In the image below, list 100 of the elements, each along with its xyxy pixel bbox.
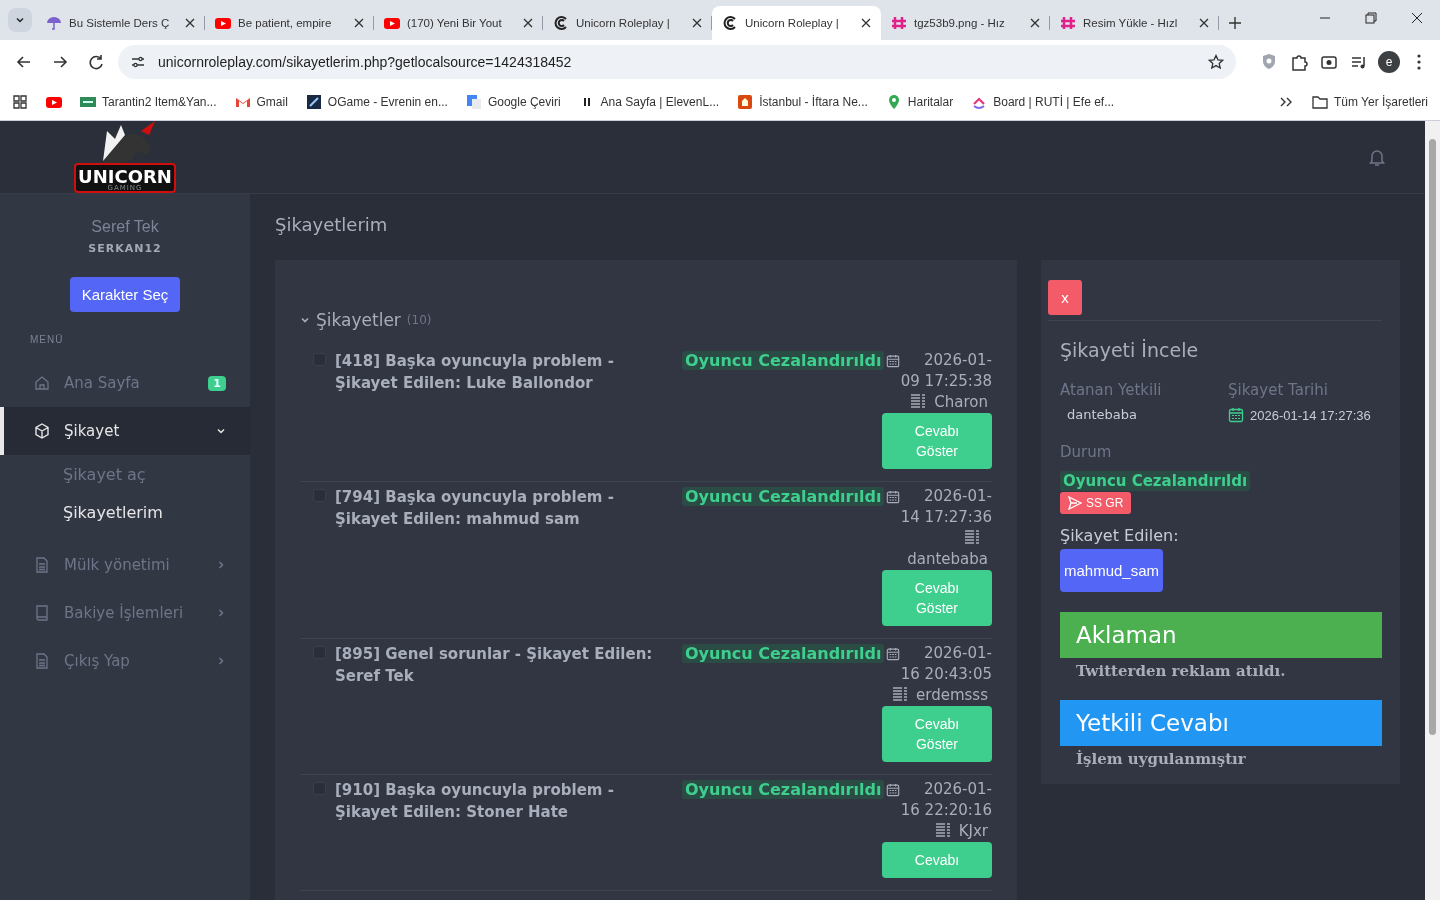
reported-player-button[interactable]: mahmud_sam [1060,549,1164,592]
site-icon [305,94,322,110]
menu-item[interactable]: Şikayet [0,407,250,455]
plus-icon[interactable] [1229,17,1241,29]
play-icon [215,15,231,31]
chevron-down-icon [216,426,226,436]
translate-icon [465,94,482,110]
field-label: Atanan Yetkili [1060,381,1163,399]
apps-grid-icon[interactable] [12,94,28,110]
calendar-icon [886,354,900,368]
list-icon [910,393,927,409]
site-icon [737,94,754,110]
complaint-date: 2026-01-09 17:25:38 [900,351,992,390]
complaint-author: Charon [934,393,988,411]
section-header: Yetkili Cevabı [1060,700,1382,746]
page-title: Şikayetlerim [275,214,388,235]
calendar-icon [1228,407,1244,423]
select-character-button[interactable]: Karakter Seç [69,277,181,312]
document-icon [34,557,50,573]
site-icon [80,94,96,110]
home-icon [34,375,50,391]
close-icon[interactable] [1030,18,1040,28]
document-icon [34,653,50,669]
book-icon [34,605,50,621]
bookmark-link[interactable]: Google Çeviri [465,94,561,110]
list-icon [892,686,909,702]
play-icon[interactable] [46,94,62,110]
swirl-icon [722,15,738,31]
swirl-icon [553,15,569,31]
calendar-icon [886,490,900,504]
profile-avatar[interactable]: e [1378,51,1400,73]
bookmark-link[interactable]: Ana Sayfa | ElevenL... [578,94,720,110]
bookmark-link[interactable]: Tarantin2 Item&Yan... [80,94,217,110]
chevron-right-icon [216,656,226,666]
bookmark-link[interactable]: Board | RUTİ | Efe ef... [971,94,1115,110]
field-label: Şikayet Edilen: [1060,526,1180,545]
list-icon [934,822,951,838]
list-icon [964,529,980,545]
address-bar[interactable]: unicornroleplay.com/sikayetlerim.php?getlocalsource=1424318452 [118,45,1236,79]
submenu-item[interactable]: Şikayetlerim [0,493,250,531]
browser-tab[interactable]: Unicorn Roleplay | [543,6,712,40]
cube-icon [34,423,50,439]
star-icon[interactable] [1208,54,1224,70]
list-heading[interactable]: Şikayetler [316,310,401,330]
all-bookmarks-link[interactable]: Tüm Yer İşaretleri [1311,94,1428,110]
complaint-title: [418] Başka oyuncuyla problem - Şikayet Edilen: Luke Ballondor [334,351,615,394]
chevron-down-icon [15,15,25,25]
complaint-author: KJxr [958,822,988,840]
umbrella-icon [46,15,62,31]
section-header: Aklaman [1060,612,1382,658]
complaint-date: 2026-01-14 17:27:36 [900,487,992,526]
close-icon[interactable] [692,18,702,28]
url-text: unicornroleplay.com/sikayetlerim.php?getlocalsource=1424318452 [158,54,573,70]
browser-tab[interactable]: Bu Sistemle Ders Ç [36,6,205,40]
chevron-down-icon[interactable] [300,315,310,325]
browser-tab[interactable]: Be patient, empire [205,6,374,40]
complaint-author: erdemsss [916,686,988,704]
browser-tab[interactable]: Unicorn Roleplay | [712,6,881,40]
field-label: Durum [1060,443,1113,461]
chevron-right-icon [216,608,226,618]
close-icon[interactable] [1199,18,1209,28]
panel-title: Şikayeti İncele [1060,339,1200,361]
status-badge: Oyuncu Cezalandırıldı [682,780,885,799]
count-label: (10) [406,313,432,327]
complaint-date: 2026-01-16 22:20:16 [900,780,992,819]
hash-icon [891,15,907,31]
user-name: Seref Tek [91,218,159,236]
hash-icon [1060,15,1076,31]
bell-icon[interactable] [1367,147,1387,167]
count-badge: 1 [208,375,226,391]
calendar-icon [886,647,900,661]
close-icon[interactable] [354,18,364,28]
bookmark-link[interactable]: OGame - Evrenin en... [305,94,448,110]
status-badge: Oyuncu Cezalandırıldı [1060,471,1251,491]
complaint-author: dantebaba [907,550,988,568]
status-badge: Oyuncu Cezalandırıldı [682,644,885,663]
bookmark-link[interactable]: Gmail [234,94,288,110]
browser-tab[interactable]: (170) Yeni Bir Yout [374,6,543,40]
status-badge: Oyuncu Cezalandırıldı [682,351,885,370]
browser-tab[interactable]: tgz53b9.png - Hız [881,6,1050,40]
play-icon [384,15,400,31]
browser-tab[interactable]: Resim Yükle - Hızl [1050,6,1219,40]
menu-heading: MENÜ [30,334,65,345]
close-icon[interactable] [861,18,871,28]
section-text: Twitterden reklam atıldı. [1075,661,1287,680]
close-icon[interactable] [523,18,533,28]
site-settings-icon[interactable] [130,54,146,70]
calendar-icon [886,783,900,797]
field-label: Şikayet Tarihi [1228,381,1329,399]
complaint-title: [794] Başka oyuncuyla problem - Şikayet Edilen: mahmud sam [334,487,615,530]
complaint-date: 2026-01-14 17:27:36 [1250,407,1371,423]
complaint-title: [910] Başka oyuncuyla problem - Şikayet Edilen: Stoner Hate [334,780,615,823]
folder-icon [1311,94,1328,110]
close-icon[interactable] [185,18,195,28]
scrollbar[interactable] [1425,121,1440,900]
bookmark-link[interactable]: Haritalar [885,94,954,110]
send-icon [1068,496,1082,510]
chevron-right-icon [216,560,226,570]
bookmark-link[interactable]: İstanbul - İftara Ne... [737,94,868,110]
section-text: İşlem uygulanmıştır [1075,749,1247,768]
